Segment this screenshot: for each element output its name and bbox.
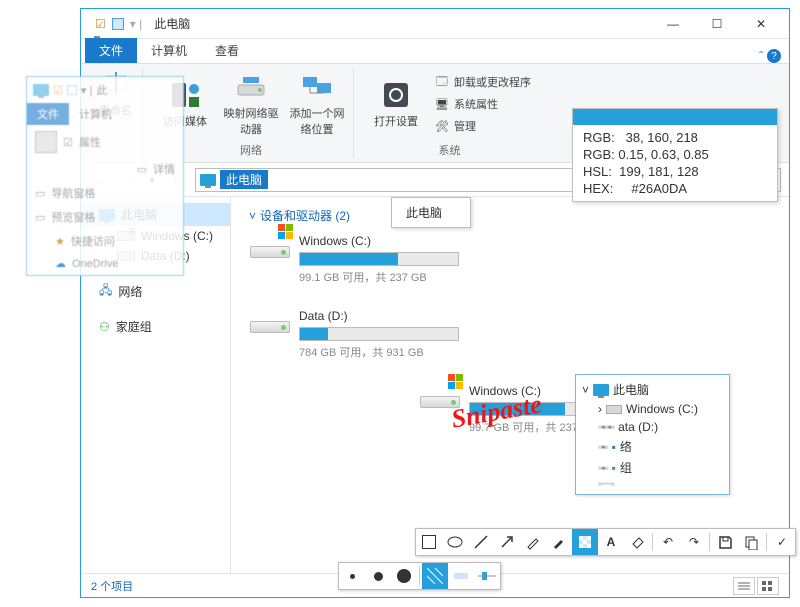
color-rgb-int: RGB: 38, 160, 218	[583, 129, 767, 146]
section-header[interactable]: ˅ 设备和驱动器 (2)	[249, 207, 771, 224]
map-drive-icon	[235, 71, 267, 103]
uninstall-icon: 🗔	[434, 74, 450, 90]
save-button[interactable]	[712, 529, 738, 555]
dropdown-icon[interactable]	[112, 18, 124, 30]
usage-bar	[299, 252, 459, 266]
tab-view[interactable]: 查看	[201, 38, 253, 63]
style-slider[interactable]	[474, 563, 500, 589]
tool-ellipse[interactable]	[442, 529, 468, 555]
undo-button[interactable]: ↶	[655, 529, 681, 555]
mini-tree-overlay[interactable]: ˅ 此电脑 › Windows (C:) ▫▪▫▪▫ ata (D:) ▫▪▫ …	[575, 374, 730, 495]
map-network-drive-button[interactable]: 映射网络驱动器	[223, 68, 279, 140]
annotation-toolbar: A ↶ ↷ ✓	[415, 528, 796, 556]
style-mosaic[interactable]	[422, 563, 448, 589]
color-hsl: HSL: 199, 181, 128	[583, 163, 767, 180]
help-icon[interactable]: ?	[767, 49, 781, 63]
titlebar: ☑ ▾ | 此电脑 — ☐ ✕	[81, 9, 789, 39]
color-rgb-float: RGB: 0.15, 0.63, 0.85	[583, 146, 767, 163]
status-text: 2 个项目	[91, 578, 133, 594]
size-large[interactable]	[391, 563, 417, 589]
homegroup-icon: ⚇	[99, 320, 110, 334]
view-details-button[interactable]	[733, 577, 755, 595]
ribbon-collapse-icon[interactable]: ˆ	[759, 49, 763, 63]
sidebar-item-network[interactable]: 🖧 网络	[81, 278, 230, 305]
sidebar-item-homegroup[interactable]: ⚇ 家庭组	[81, 315, 230, 338]
addr-icon	[200, 174, 216, 186]
tool-marker[interactable]	[546, 529, 572, 555]
minimize-button[interactable]: —	[653, 10, 693, 38]
chevron-right-icon[interactable]: ›	[598, 402, 602, 416]
chevron-down-icon: ˅	[249, 209, 256, 223]
drive-item[interactable]: Windows (C:) 99.1 GB 可用，共 237 GB	[249, 234, 499, 285]
address-box[interactable]: 此电脑 ▾ 此电脑	[195, 168, 631, 192]
manage-icon: 🛠	[434, 118, 450, 134]
settings-icon	[380, 79, 412, 111]
color-swatch	[573, 109, 777, 125]
tab-file[interactable]: 文件	[85, 38, 137, 63]
network-icon: 🖧	[99, 281, 112, 302]
size-small[interactable]	[339, 563, 365, 589]
tool-mosaic[interactable]	[572, 529, 598, 555]
tool-text[interactable]: A	[598, 529, 624, 555]
drive-icon	[250, 246, 290, 258]
tool-pencil[interactable]	[520, 529, 546, 555]
pc-icon	[33, 84, 49, 96]
address-tooltip: 此电脑	[391, 197, 471, 228]
tool-eraser[interactable]	[624, 529, 650, 555]
window-title: 此电脑	[154, 15, 190, 32]
usage-bar	[299, 327, 459, 341]
system-properties-button[interactable]: 🖥系统属性	[434, 95, 531, 113]
add-network-location-button[interactable]: 添加一个网络位置	[289, 68, 345, 140]
chevron-down-icon[interactable]: ˅	[582, 383, 589, 397]
tool-line[interactable]	[468, 529, 494, 555]
tool-rectangle[interactable]	[416, 529, 442, 555]
open-settings-button[interactable]: 打开设置	[368, 68, 424, 140]
brush-options-toolbar	[338, 562, 501, 590]
quick-access-icon[interactable]: ☑	[95, 17, 106, 31]
drive-icon	[606, 405, 622, 414]
redo-button[interactable]: ↷	[681, 529, 707, 555]
pc-icon	[593, 384, 609, 396]
ghost-tab-file: 文件	[27, 103, 69, 125]
size-medium[interactable]	[365, 563, 391, 589]
copy-button[interactable]	[738, 529, 764, 555]
tab-computer[interactable]: 计算机	[137, 38, 201, 63]
drive-icon	[250, 321, 290, 333]
ribbon-tabs: 文件 计算机 查看 ˆ ?	[81, 39, 789, 63]
explorer-window: ☑ ▾ | 此电脑 — ☐ ✕ 文件 计算机 查看 ˆ ? 重命名	[80, 8, 790, 598]
color-info-overlay: RGB: 38, 160, 218 RGB: 0.15, 0.63, 0.85 …	[572, 108, 778, 202]
drive-item[interactable]: Data (D:) 784 GB 可用，共 931 GB	[249, 309, 499, 360]
ghost-window: ☑ ▾ | 此 文件 计算机 ☑ 属性 ▭ 详情 ▭ 导航窗格 ▭ 预览窗格 ★…	[26, 76, 184, 276]
group-sys-label: 系统	[439, 142, 461, 158]
uninstall-programs-button[interactable]: 🗔卸载或更改程序	[434, 73, 531, 91]
ghost-tab-computer: 计算机	[69, 103, 122, 125]
confirm-button[interactable]: ✓	[769, 529, 795, 555]
close-button[interactable]: ✕	[741, 10, 781, 38]
sep-icon: ▾ |	[130, 17, 142, 31]
group-net-label: 网络	[240, 142, 262, 158]
view-icons-button[interactable]	[757, 577, 779, 595]
add-netloc-icon	[301, 71, 333, 103]
style-blur[interactable]	[448, 563, 474, 589]
address-segment[interactable]: 此电脑	[220, 170, 268, 189]
color-hex: HEX: #26A0DA	[583, 180, 767, 197]
sysprops-icon: 🖥	[434, 96, 450, 112]
manage-button[interactable]: 🛠管理	[434, 117, 531, 135]
maximize-button[interactable]: ☐	[697, 10, 737, 38]
tool-arrow[interactable]	[494, 529, 520, 555]
